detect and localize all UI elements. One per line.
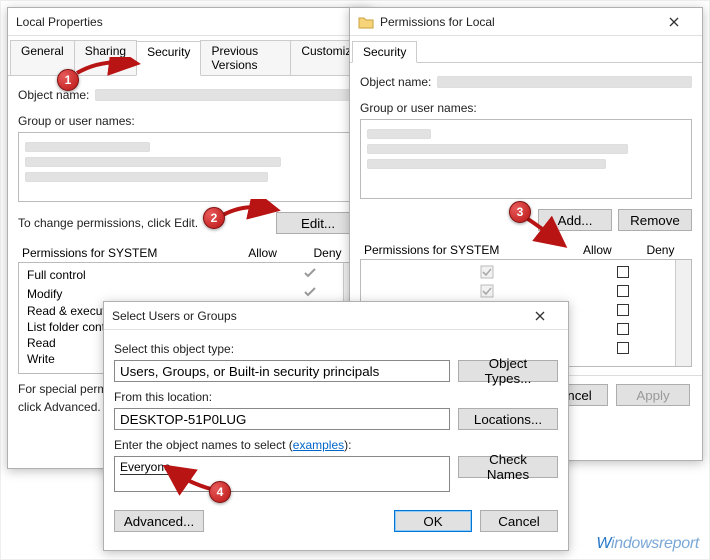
check-icon [303, 285, 317, 299]
window-title: Local Properties [16, 15, 362, 29]
deny-checkbox[interactable] [617, 323, 629, 335]
apply-button[interactable]: Apply [616, 384, 690, 406]
deny-checkbox[interactable] [617, 266, 629, 278]
callout-2: 2 [203, 207, 225, 229]
user-list[interactable] [360, 119, 692, 199]
cancel-button[interactable]: Cancel [480, 510, 558, 532]
deny-checkbox[interactable] [617, 285, 629, 297]
locations-button[interactable]: Locations... [458, 408, 558, 430]
titlebar[interactable]: Local Properties [8, 8, 370, 36]
group-user-label: Group or user names: [360, 101, 692, 115]
tab-previous-versions[interactable]: Previous Versions [200, 40, 291, 75]
ok-button[interactable]: OK [394, 510, 472, 532]
close-button[interactable] [520, 302, 560, 330]
deny-checkbox[interactable] [617, 304, 629, 316]
allow-check-icon[interactable] [480, 284, 494, 298]
object-name-value [437, 76, 692, 88]
object-names-field[interactable]: Everyone [114, 456, 450, 492]
add-button[interactable]: Add... [538, 209, 612, 231]
window-title: Select Users or Groups [112, 309, 520, 323]
group-user-label: Group or user names: [18, 114, 360, 128]
permissions-header: Permissions for SYSTEM [360, 241, 566, 259]
names-label: Enter the object names to select (exampl… [114, 438, 558, 452]
callout-4: 4 [209, 481, 231, 503]
permissions-header: Permissions for SYSTEM [18, 244, 230, 262]
user-list[interactable] [18, 132, 360, 202]
watermark: Windowsreport [596, 535, 699, 553]
perm-full-control: Full control [23, 265, 283, 284]
check-names-button[interactable]: Check Names [458, 456, 558, 478]
advanced-button[interactable]: Advanced... [114, 510, 204, 532]
select-users-window: Select Users or Groups Select this objec… [103, 301, 569, 551]
close-icon [669, 17, 679, 27]
object-types-button[interactable]: Object Types... [458, 360, 558, 382]
tab-security[interactable]: Security [136, 41, 201, 76]
close-icon [535, 311, 545, 321]
deny-header: Deny [629, 241, 692, 259]
location-field[interactable] [114, 408, 450, 430]
folder-icon [358, 14, 374, 30]
tabs-row: Security [350, 36, 702, 63]
allow-check-icon[interactable] [480, 265, 494, 279]
tab-security[interactable]: Security [352, 41, 417, 63]
window-title: Permissions for Local [380, 15, 654, 29]
select-users-panel: Select this object type: Object Types...… [104, 330, 568, 540]
object-name-label: Object name: [360, 75, 431, 89]
location-label: From this location: [114, 390, 558, 404]
check-icon [303, 266, 317, 280]
edit-button[interactable]: Edit... [276, 212, 360, 234]
allow-header: Allow [566, 241, 629, 259]
titlebar[interactable]: Permissions for Local [350, 8, 702, 36]
deny-checkbox[interactable] [617, 342, 629, 354]
edit-hint: To change permissions, click Edit. [18, 216, 270, 230]
object-name-value [95, 89, 360, 101]
object-name-label: Object name: [18, 88, 89, 102]
scrollbar[interactable] [675, 260, 691, 366]
examples-link[interactable]: examples [293, 438, 344, 452]
allow-header: Allow [230, 244, 295, 262]
remove-button[interactable]: Remove [618, 209, 692, 231]
close-button[interactable] [654, 8, 694, 36]
object-type-field[interactable] [114, 360, 450, 382]
callout-1: 1 [57, 69, 79, 91]
callout-3: 3 [509, 201, 531, 223]
object-type-label: Select this object type: [114, 342, 558, 356]
titlebar[interactable]: Select Users or Groups [104, 302, 568, 330]
tab-sharing[interactable]: Sharing [74, 40, 137, 75]
